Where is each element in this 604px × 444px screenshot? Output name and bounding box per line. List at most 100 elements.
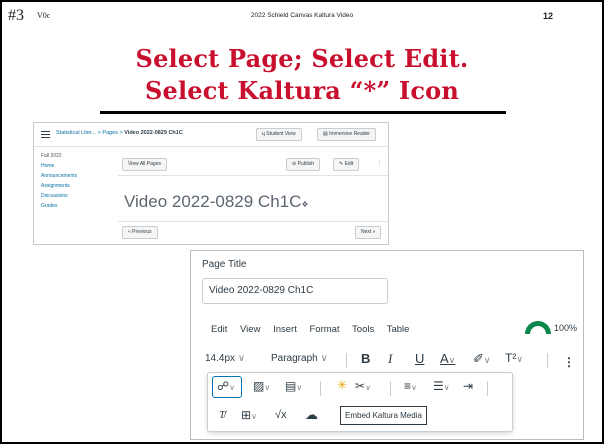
- next-button[interactable]: Next »: [355, 226, 382, 239]
- chevron-down-icon: ∨: [251, 412, 257, 421]
- chevron-down-icon: ∨: [296, 383, 303, 392]
- nav-grades[interactable]: Grades: [34, 203, 98, 213]
- chevron-down-icon: ∨: [443, 383, 450, 392]
- breadcrumb-separator: >: [97, 130, 101, 136]
- editor-menubar: Edit View Insert Format Tools Table: [211, 324, 419, 335]
- view-all-pages-button[interactable]: View All Pages: [122, 158, 167, 171]
- block-format-value: Paragraph: [271, 353, 318, 364]
- menu-format[interactable]: Format: [309, 324, 339, 335]
- chevron-down-icon: ∨: [237, 353, 246, 364]
- immersive-reader-button[interactable]: ▤ Immersive Reader: [317, 128, 376, 141]
- list-button[interactable]: ☰∨: [433, 379, 450, 393]
- italic-button[interactable]: I: [388, 351, 392, 367]
- chevron-down-icon: ∨: [483, 355, 491, 365]
- table-button[interactable]: ⊞∨: [241, 408, 257, 422]
- hamburger-icon[interactable]: [41, 131, 50, 138]
- menu-view[interactable]: View: [240, 324, 260, 335]
- text-color-button[interactable]: A∨: [440, 351, 455, 366]
- media-button[interactable]: ✂∨: [355, 379, 371, 393]
- slide-title-line2: Select Kaltura “*” Icon: [144, 76, 460, 105]
- breadcrumb-course[interactable]: Statistical Liter...: [56, 130, 96, 136]
- breadcrumb-separator: >: [119, 130, 123, 136]
- kaltura-tooltip: Embed Kaltura Media: [340, 406, 427, 425]
- kaltura-icon: ✳: [337, 378, 348, 392]
- edit-button[interactable]: ✎ Edit: [333, 158, 360, 171]
- student-view-button[interactable]: ц Student View: [256, 128, 302, 141]
- menu-table[interactable]: Table: [387, 324, 410, 335]
- cloud-icon: ☁: [305, 407, 318, 422]
- page-title-input[interactable]: Video 2022-0829 Ch1C: [202, 278, 388, 304]
- highlight-icon: ✐: [473, 351, 484, 366]
- chevron-down-icon: ∨: [448, 355, 456, 365]
- chevron-down-icon: ∨: [320, 353, 328, 364]
- slide-title-line1: Select Page; Select Edit.: [135, 44, 469, 73]
- editor-screenshot: Page Title Video 2022-0829 Ch1C Edit Vie…: [190, 250, 584, 440]
- kaltura-embed-button[interactable]: ✳: [337, 378, 347, 392]
- publish-label: Publish: [297, 161, 314, 167]
- canvas-topbar: Statistical Liter... > Pages > Video 202…: [34, 123, 388, 147]
- menu-insert[interactable]: Insert: [273, 324, 297, 335]
- divider: [118, 221, 388, 222]
- link-button[interactable]: ☍∨: [217, 379, 235, 393]
- highlight-button[interactable]: ✐∨: [473, 351, 491, 367]
- document-icon: ▤: [285, 379, 297, 393]
- align-button[interactable]: ≡∨: [404, 379, 417, 393]
- accessibility-score: 100%: [554, 323, 578, 333]
- immersive-reader-label: Immersive Reader: [329, 131, 370, 137]
- toolbar-separator: [487, 381, 488, 396]
- slide-source: 2022 Schield Canvas Kaltura Video: [250, 12, 354, 19]
- equation-icon: √x: [275, 409, 287, 421]
- text-color-icon: A: [440, 351, 449, 366]
- chevron-down-icon: ∨: [229, 383, 236, 392]
- superscript-button[interactable]: T²∨: [505, 351, 523, 365]
- media-icon: ✂: [355, 379, 366, 393]
- nav-assignments[interactable]: Assignments: [34, 183, 98, 193]
- edit-label: Edit: [344, 161, 354, 167]
- bold-button[interactable]: B: [361, 351, 370, 366]
- page-heading-text: Video 2022-0829 Ch1C: [124, 192, 302, 211]
- image-button[interactable]: ▨∨: [253, 379, 270, 393]
- font-size-select[interactable]: 14.4px ∨: [205, 353, 245, 364]
- link-icon: ☍: [217, 379, 230, 393]
- nav-discussions[interactable]: Discussions: [34, 193, 98, 203]
- indent-icon: ⇥: [463, 379, 474, 393]
- cloud-upload-button[interactable]: ☁: [305, 407, 318, 423]
- menu-edit[interactable]: Edit: [211, 324, 227, 335]
- course-term: Fall 2022: [41, 153, 62, 159]
- slide-page-number: 12: [543, 11, 554, 21]
- canvas-page-screenshot: Statistical Liter... > Pages > Video 202…: [33, 122, 389, 245]
- font-size-value: 14.4px: [205, 353, 236, 364]
- equation-button[interactable]: √x: [275, 409, 287, 421]
- divider: [118, 175, 388, 176]
- more-toolbar-button[interactable]: ⋮: [563, 355, 575, 369]
- title-rule: [100, 111, 506, 114]
- image-icon: ▨: [253, 379, 265, 393]
- breadcrumb-pages[interactable]: Pages: [102, 130, 118, 136]
- toolbar-separator: [320, 381, 321, 396]
- publish-button[interactable]: ⊘ Publish: [286, 158, 320, 171]
- more-options-button[interactable]: ⋮: [372, 158, 387, 171]
- align-icon: ≡: [404, 379, 412, 393]
- clear-formatting-button[interactable]: T̸: [219, 409, 225, 421]
- superscript-icon: T²: [505, 351, 517, 365]
- breadcrumb: Statistical Liter... > Pages > Video 202…: [56, 130, 183, 136]
- underline-button[interactable]: U: [415, 351, 424, 366]
- chevron-down-icon: ∨: [365, 383, 371, 392]
- breadcrumb-current: Video 2022-0829 Ch1C: [124, 130, 183, 136]
- page-title-label: Page Title: [202, 259, 247, 270]
- page-heading: Video 2022-0829 Ch1C❖: [124, 192, 309, 212]
- nav-home[interactable]: Home: [34, 163, 98, 173]
- nav-announcements[interactable]: Announcements: [34, 173, 98, 183]
- menu-tools[interactable]: Tools: [352, 324, 374, 335]
- toolbar-separator: [547, 353, 548, 368]
- link-icon: ❖: [301, 200, 309, 209]
- block-format-select[interactable]: Paragraph ∨: [271, 353, 328, 364]
- indent-button[interactable]: ⇥: [463, 379, 473, 393]
- chevron-down-icon: ∨: [264, 383, 271, 392]
- list-icon: ☰: [433, 379, 444, 393]
- accessibility-gauge-icon[interactable]: [525, 321, 551, 334]
- document-button[interactable]: ▤∨: [285, 379, 302, 393]
- previous-button[interactable]: « Previous: [122, 226, 158, 239]
- toolbar-separator: [346, 353, 347, 368]
- clear-formatting-icon: T̸: [219, 409, 226, 421]
